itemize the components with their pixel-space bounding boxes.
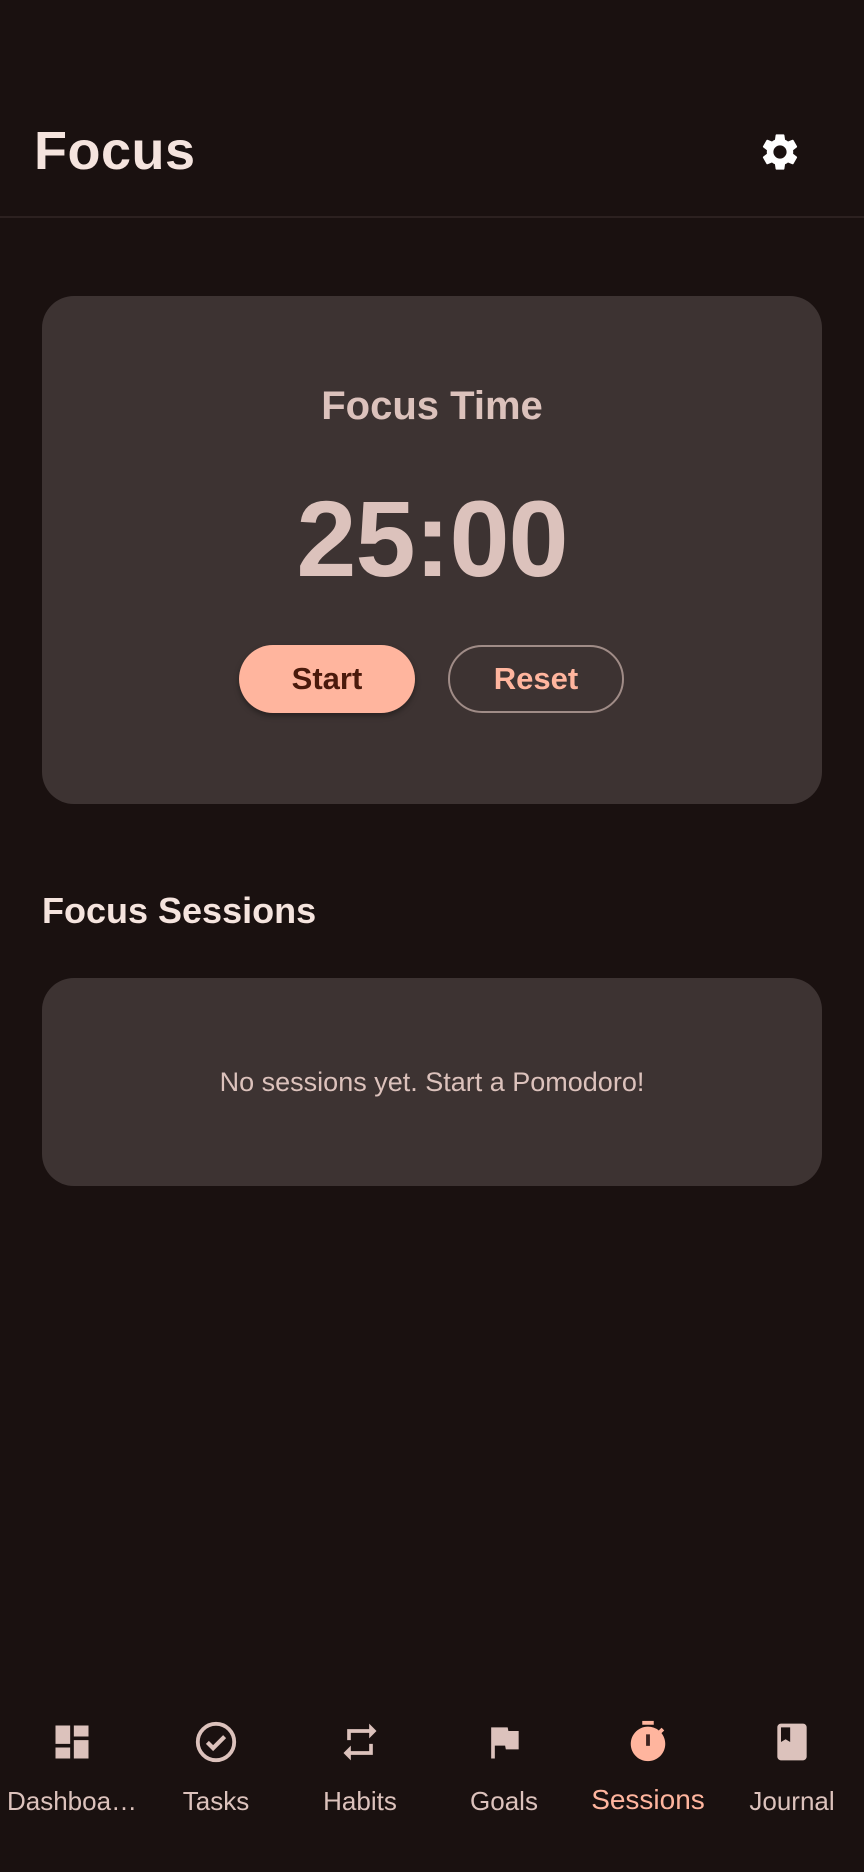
gear-icon bbox=[762, 134, 798, 170]
nav-item-habits[interactable]: Habits bbox=[288, 1700, 432, 1872]
nav-label: Dashboa… bbox=[6, 1786, 138, 1816]
nav-item-tasks[interactable]: Tasks bbox=[144, 1700, 288, 1872]
app-bar: Focus bbox=[0, 0, 864, 218]
nav-label: Sessions bbox=[591, 1784, 705, 1815]
repeat-icon bbox=[336, 1718, 384, 1766]
timer-label: Focus Time bbox=[321, 384, 543, 428]
timer-display: 25:00 bbox=[296, 478, 568, 599]
nav-label: Habits bbox=[323, 1786, 397, 1816]
nav-item-journal[interactable]: Journal bbox=[720, 1700, 864, 1872]
start-button[interactable]: Start bbox=[239, 645, 415, 713]
nav-item-dashboard[interactable]: Dashboa… bbox=[0, 1700, 144, 1872]
sessions-heading: Focus Sessions bbox=[42, 890, 317, 931]
book-icon bbox=[768, 1718, 816, 1766]
nav-item-goals[interactable]: Goals bbox=[432, 1700, 576, 1872]
empty-state-text: No sessions yet. Start a Pomodoro! bbox=[219, 1066, 645, 1097]
nav-item-sessions[interactable]: Sessions bbox=[576, 1700, 720, 1872]
check-circle-icon bbox=[192, 1718, 240, 1766]
nav-label: Tasks bbox=[182, 1786, 250, 1816]
bottom-navigation: Dashboa… Tasks Habits Goals Sessions Jou… bbox=[0, 1700, 864, 1872]
dashboard-icon bbox=[48, 1718, 96, 1766]
nav-label: Journal bbox=[749, 1786, 835, 1816]
settings-button[interactable] bbox=[750, 122, 810, 182]
sessions-list: No sessions yet. Start a Pomodoro! bbox=[42, 978, 822, 1186]
reset-button[interactable]: Reset bbox=[448, 645, 624, 713]
nav-label: Goals bbox=[470, 1786, 538, 1816]
page-title: Focus bbox=[34, 121, 196, 181]
flag-icon bbox=[480, 1718, 528, 1766]
timer-icon bbox=[624, 1718, 672, 1766]
timer-card: Focus Time 25:00 Start Reset bbox=[42, 296, 822, 804]
